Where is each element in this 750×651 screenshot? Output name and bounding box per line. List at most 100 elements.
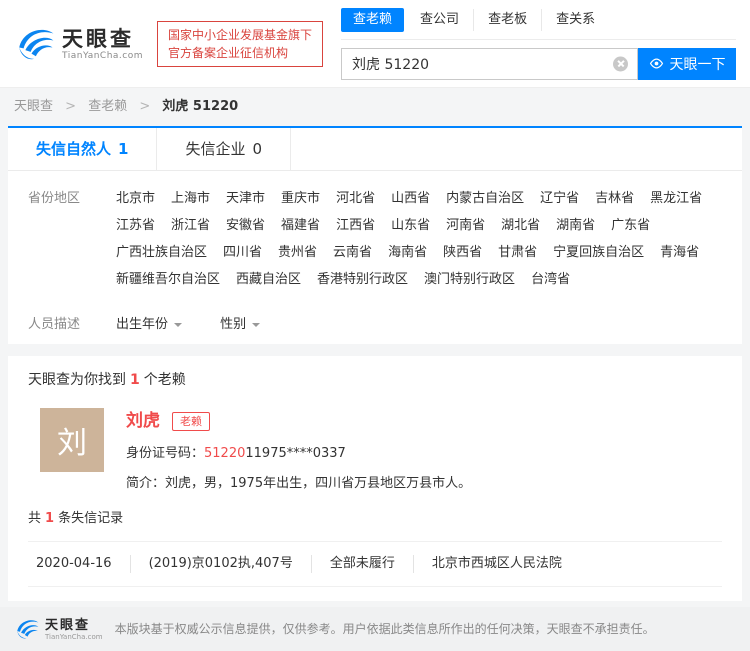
records-summary: 共1条失信记录 [28, 509, 722, 529]
province-option[interactable]: 山西省 [391, 185, 430, 212]
tianyancha-wave-icon [14, 23, 56, 65]
search-bar: 天眼一下 [341, 48, 736, 80]
breadcrumb-section[interactable]: 查老赖 [88, 99, 127, 114]
logo-name: 天眼查 [62, 27, 143, 51]
nav-tab-cha-relation[interactable]: 查关系 [541, 9, 609, 31]
results-card: 天眼查为你找到 1 个老赖 刘 刘虎 老赖 身份证号码：5122011975****… [8, 356, 742, 601]
province-option[interactable]: 青海省 [660, 239, 699, 266]
results-summary-suffix: 个老赖 [144, 372, 186, 388]
footer: 天眼查 TianYanCha.com 本版块基于权威公示信息提供，仅供参考。用户… [0, 607, 750, 651]
province-option[interactable]: 广东省 [611, 212, 650, 239]
chevron-down-icon [174, 323, 182, 331]
person-filter-label: 人员描述 [28, 311, 116, 338]
province-option[interactable]: 黑龙江省 [650, 185, 702, 212]
breadcrumb-current: 刘虎 51220 [162, 99, 238, 114]
province-option[interactable]: 辽宁省 [540, 185, 579, 212]
breadcrumb-home[interactable]: 天眼查 [14, 99, 53, 114]
id-number-row: 身份证号码：5122011975****0337 [126, 445, 471, 463]
province-option[interactable]: 甘肃省 [498, 239, 537, 266]
province-option[interactable]: 香港特别行政区 [317, 266, 408, 293]
footer-disclaimer: 本版块基于权威公示信息提供，仅供参考。用户依据此类信息所作出的任何决策，天眼查不… [115, 621, 655, 637]
id-number-label: 身份证号码： [126, 446, 204, 461]
tianyancha-wave-icon [14, 616, 40, 642]
tab-dishonest-company-count: 0 [252, 140, 262, 158]
tab-dishonest-person-label: 失信自然人 [36, 140, 111, 158]
footer-logo-domain: TianYanCha.com [45, 633, 103, 641]
province-option[interactable]: 陕西省 [443, 239, 482, 266]
nav-tab-cha-laolai[interactable]: 查老赖 [341, 8, 404, 32]
eye-icon [649, 56, 664, 71]
cert-line-2: 官方备案企业征信机构 [168, 44, 312, 62]
search-input[interactable] [342, 49, 637, 79]
tab-dishonest-company[interactable]: 失信企业0 [157, 128, 291, 170]
province-option[interactable]: 贵州省 [278, 239, 317, 266]
footer-logo: 天眼查 TianYanCha.com [14, 616, 103, 642]
avatar: 刘 [40, 408, 104, 472]
cert-line-1: 国家中小企业发展基金旗下 [168, 26, 312, 44]
province-option[interactable]: 北京市 [116, 185, 155, 212]
header-right: 查老赖 查公司 查老板 查关系 天眼一下 [341, 8, 736, 80]
province-option[interactable]: 湖南省 [556, 212, 595, 239]
province-option[interactable]: 内蒙古自治区 [446, 185, 524, 212]
person-name-link[interactable]: 刘虎 [126, 410, 160, 432]
logo-domain: TianYanCha.com [62, 51, 143, 61]
gender-label: 性别 [220, 317, 246, 332]
province-option[interactable]: 天津市 [226, 185, 265, 212]
birth-year-label: 出生年份 [116, 317, 168, 332]
province-option[interactable]: 山东省 [391, 212, 430, 239]
records-summary-prefix: 共 [28, 511, 41, 526]
province-option[interactable]: 吉林省 [595, 185, 634, 212]
nav-tab-cha-boss[interactable]: 查老板 [473, 9, 541, 31]
record-date: 2020-04-16 [28, 555, 131, 573]
province-filter-row: 省份地区 北京市 上海市 天津市 重庆市 河北省 山西省 内蒙古自治区 [28, 185, 722, 293]
province-option[interactable]: 广西壮族自治区 [116, 239, 207, 266]
province-option[interactable]: 新疆维吾尔自治区 [116, 266, 220, 293]
province-option[interactable]: 江西省 [336, 212, 375, 239]
record-status: 全部未履行 [312, 555, 414, 573]
search-button-label: 天眼一下 [670, 54, 726, 74]
header: 天眼查 TianYanCha.com 国家中小企业发展基金旗下 官方备案企业征信… [0, 0, 750, 88]
tab-dishonest-person[interactable]: 失信自然人 1 [8, 128, 157, 170]
person-result-item[interactable]: 刘 刘虎 老赖 身份证号码：5122011975****0337 简介：刘虎，男… [8, 396, 742, 509]
nav-tab-cha-company[interactable]: 查公司 [406, 9, 473, 31]
result-type-tabs: 失信自然人 1 失信企业0 [8, 128, 742, 171]
laolai-badge: 老赖 [172, 412, 210, 431]
province-option[interactable]: 安徽省 [226, 212, 265, 239]
gender-dropdown[interactable]: 性别 [220, 317, 260, 332]
chevron-down-icon [252, 323, 260, 331]
clear-search-icon[interactable] [613, 56, 628, 71]
top-nav: 查老赖 查公司 查老板 查关系 [341, 8, 736, 40]
dishonesty-record-row[interactable]: 2020-04-16 (2019)京0102执,407号 全部未履行 北京市西城… [28, 541, 722, 587]
dishonesty-records: 共1条失信记录 2020-04-16 (2019)京0102执,407号 全部未… [28, 509, 722, 587]
search-button[interactable]: 天眼一下 [638, 48, 736, 80]
province-option[interactable]: 澳门特别行政区 [424, 266, 515, 293]
province-option[interactable]: 河南省 [446, 212, 485, 239]
person-filter-row: 人员描述 出生年份 性别 [28, 311, 722, 338]
province-option[interactable]: 云南省 [333, 239, 372, 266]
tianyancha-logo[interactable]: 天眼查 TianYanCha.com [14, 23, 143, 65]
province-option[interactable]: 浙江省 [171, 212, 210, 239]
breadcrumb-separator: > [139, 99, 150, 114]
province-option[interactable]: 上海市 [171, 185, 210, 212]
province-option[interactable]: 台湾省 [531, 266, 570, 293]
province-option[interactable]: 福建省 [281, 212, 320, 239]
province-option[interactable]: 河北省 [336, 185, 375, 212]
breadcrumb: 天眼查 > 查老赖 > 刘虎 51220 [0, 88, 750, 126]
province-option[interactable]: 江苏省 [116, 212, 155, 239]
province-option[interactable]: 湖北省 [501, 212, 540, 239]
province-option[interactable]: 海南省 [388, 239, 427, 266]
birth-year-dropdown[interactable]: 出生年份 [116, 317, 182, 332]
person-intro: 简介：刘虎，男，1975年出生，四川省万县地区万县市人。 [126, 475, 471, 493]
province-option[interactable]: 重庆市 [281, 185, 320, 212]
tab-dishonest-person-count: 1 [118, 140, 128, 158]
records-summary-count: 1 [45, 511, 54, 526]
filter-card: 失信自然人1 失信企业0 省份地区 北京市 上海市 天津市 重庆市 河北省 [8, 126, 742, 344]
filters: 省份地区 北京市 上海市 天津市 重庆市 河北省 山西省 内蒙古自治区 [8, 171, 742, 344]
record-court: 北京市西城区人民法院 [414, 555, 580, 573]
id-number-highlight: 51220 [204, 446, 245, 461]
province-option[interactable]: 四川省 [223, 239, 262, 266]
footer-logo-name: 天眼查 [45, 618, 103, 633]
province-option[interactable]: 宁夏回族自治区 [553, 239, 644, 266]
results-summary-prefix: 天眼查为你找到 [28, 372, 126, 388]
province-option[interactable]: 西藏自治区 [236, 266, 301, 293]
